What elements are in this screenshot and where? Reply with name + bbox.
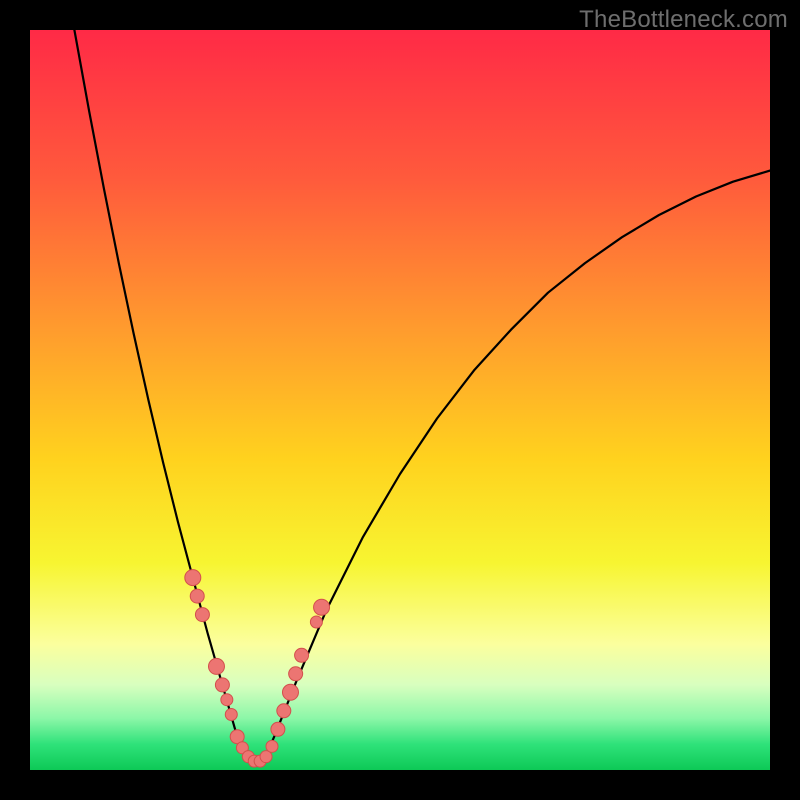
sample-dot — [221, 694, 233, 706]
bottleneck-curve — [74, 30, 770, 761]
outer-frame: TheBottleneck.com — [0, 0, 800, 800]
sample-dot — [277, 704, 291, 718]
sample-dot — [185, 570, 201, 586]
sample-dot — [190, 589, 204, 603]
plot-area — [30, 30, 770, 770]
sample-dot — [271, 722, 285, 736]
sample-dot — [314, 599, 330, 615]
sample-dots — [185, 570, 330, 768]
sample-dot — [295, 648, 309, 662]
sample-dot — [208, 658, 224, 674]
sample-dot — [282, 684, 298, 700]
sample-dot — [195, 608, 209, 622]
sample-dot — [225, 709, 237, 721]
sample-dot — [289, 667, 303, 681]
sample-dot — [310, 616, 322, 628]
sample-dot — [215, 678, 229, 692]
sample-dot — [266, 740, 278, 752]
curve-layer — [30, 30, 770, 770]
